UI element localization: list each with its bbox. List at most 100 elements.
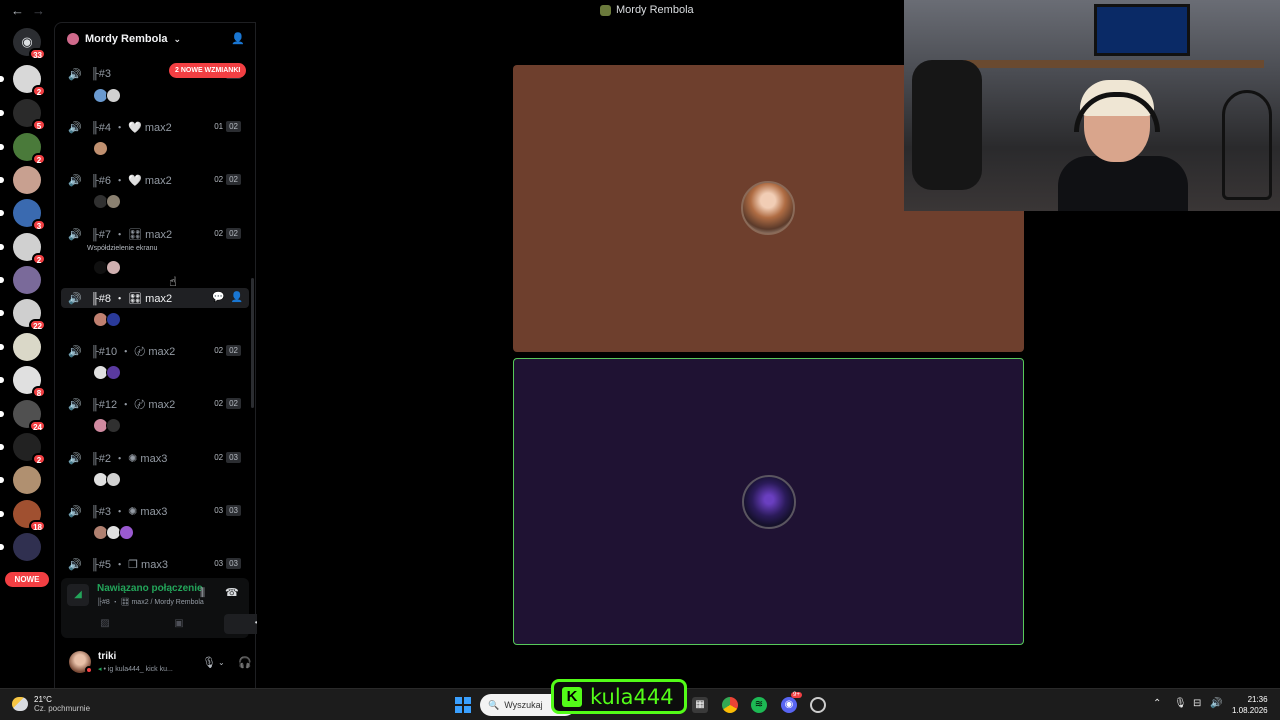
participant-avatar-small[interactable] [93,141,108,156]
direct-messages-button[interactable]: ◉ 33 [13,28,46,60]
voice-channel[interactable]: 🔊 ╟#6 ・ 🤍 max2 02 02 [61,170,249,190]
volume-icon[interactable]: 🔊 [1210,698,1222,709]
server-icon-13[interactable] [0,466,41,494]
screen-share-label: Współdzielenie ekranu [87,245,158,252]
start-button[interactable] [455,697,471,713]
server-icon-10[interactable]: 8 [0,366,46,398]
speaker-small-icon: ◂ [98,666,102,673]
participant-avatar-small[interactable] [106,418,121,433]
voice-location[interactable]: ╟#8 ・ 🎛 max2 / Mordy Rembola [97,597,204,607]
voice-channel[interactable]: 🔊 ╟#8 ・ 🎛 max2 💬 👤 [61,288,249,308]
share-screen-button[interactable]: ▣ [151,614,207,634]
server-icon-15[interactable] [0,533,41,561]
participant-avatar-small[interactable] [106,260,121,275]
server-icon-3[interactable]: 2 [0,133,46,165]
discord-app-badge: 9+ [791,692,802,698]
participant-avatar-small[interactable] [106,365,121,380]
participant-avatar-small[interactable] [106,312,121,327]
new-mentions-badge[interactable]: 2 NOWE WZMIANKI [169,63,247,78]
participant-avatar-small[interactable] [106,194,121,209]
speaker-icon: 🔊 [68,292,82,305]
participant-avatar-small[interactable] [119,525,134,540]
server-icon-4[interactable] [0,166,41,194]
taskbar-clock[interactable]: 21:36 1.08.2026 [1232,694,1268,716]
server-icon-7[interactable] [0,266,41,294]
voice-channel[interactable]: 🔊 ╟#2 ・ ✺ max3 02 03 [61,448,249,468]
server-icon-8[interactable]: 22 [0,299,46,331]
weather-widget[interactable]: 21°C Cz. pochmurnie [12,695,90,713]
user-limit: 03 03 [211,505,241,516]
open-chat-icon[interactable]: 💬 [212,292,224,303]
user-count: 02 [214,229,224,238]
invite-icon[interactable]: 👤 [231,292,243,303]
voice-channel[interactable]: 🔊 ╟#7 ・ 🎛 max2 02 02 [61,224,249,244]
server-icon-6[interactable]: 2 [0,233,46,265]
participant-tile-speaking[interactable] [513,358,1024,645]
channel-actions: 💬 👤 [212,292,243,303]
server-icon-9[interactable] [0,333,41,361]
back-arrow-icon[interactable]: ← [11,3,24,18]
channel-participants [93,418,121,434]
streamer-body [1058,156,1188,211]
voice-channel[interactable]: 🔊 ╟#5 ・ ❐ max3 03 03 [61,554,249,574]
channel-name: ╟#10 ・ 〄 max2 [91,346,176,358]
speaker-icon: 🔊 [68,505,82,518]
discord-app-icon[interactable]: ◉ [781,697,797,713]
disconnect-icon[interactable]: ☎ [225,586,239,599]
participant-avatar-small[interactable] [106,88,121,103]
voice-status[interactable]: Nawiązano połączenie [97,583,203,594]
screen-share-icon: ▣ [174,618,184,629]
network-icon[interactable]: ⊟ [1193,698,1201,709]
unread-pill [0,477,4,483]
user-limit: 03 03 [211,558,241,569]
user-max: 02 [226,228,241,239]
streamer [1058,80,1188,211]
channel-participants [93,141,108,157]
microphone-icon[interactable]: 🎙 [202,656,216,669]
server-icon-5[interactable]: 3 [0,199,46,231]
tray-mic-icon[interactable]: 🎙 [1174,698,1187,709]
channel-participants [93,260,121,276]
discord-logo-icon: ◉ [21,34,33,49]
mic-options-chevron-icon[interactable]: ⌄ [218,658,225,667]
store-app-icon[interactable]: ▦ [692,697,708,713]
headphones-icon[interactable]: 🎧 [238,656,252,669]
new-unreads-pill[interactable]: NOWE [5,572,49,587]
spotify-app-icon[interactable]: ≋ [751,697,767,713]
clock-date: 1.08.2026 [1232,706,1268,715]
unread-pill [0,344,4,350]
channel-participants [93,88,121,104]
forward-arrow-icon[interactable]: → [32,3,45,18]
invite-people-icon[interactable]: 👤 [231,32,245,45]
tray-chevron-up-icon[interactable]: ⌃ [1153,698,1161,709]
user-custom-status[interactable]: ◂ • ig kula444_ kick ku... [98,665,173,673]
user-name[interactable]: triki [98,651,116,662]
server-header[interactable]: Mordy Rembola ⌄ 👤 [55,23,255,55]
user-limit: 0202 [211,398,241,409]
user-limit: 0202 [211,345,241,356]
chrome-app-icon[interactable] [722,697,738,713]
voice-channel[interactable]: 🔊 ╟#10 ・ 〄 max2 02 02 [61,341,249,361]
participant-avatar [742,475,796,529]
unread-pill [0,177,4,183]
server-mention-badge: 24 [29,420,46,432]
server-icon-12[interactable]: 2 [0,433,46,465]
server-icon-11[interactable]: 24 [0,400,46,432]
server-icon-1[interactable]: 2 [0,65,46,97]
user-max: 03 [226,505,241,516]
app-icon[interactable] [810,697,826,713]
participant-avatar [741,181,795,235]
server-icon-14[interactable]: 18 [0,500,46,532]
server-rail: ◉ 33 2 5 2 3 2 22 8 24 2 18 NOWE [0,22,54,688]
voice-channel[interactable]: 🔊 ╟#12 ・ 〄 max2 02 02 [61,394,249,414]
voice-channel[interactable]: 🔊 ╟#4 ・ 🤍 max2 01 02 [61,117,249,137]
voice-channel[interactable]: 🔊 ╟#3 ・ ✺ max3 03 03 [61,501,249,521]
participant-avatar-small[interactable] [106,472,121,487]
room-tv [1094,4,1190,56]
noise-suppression-icon[interactable]: ⫼ [200,587,205,600]
signal-icon[interactable]: ◢ [67,584,89,606]
camera-off-button[interactable]: ▨ [77,614,133,634]
server-mention-badge: 2 [32,153,46,165]
server-icon-2[interactable]: 5 [0,99,46,131]
channel-scrollbar[interactable] [251,278,254,408]
